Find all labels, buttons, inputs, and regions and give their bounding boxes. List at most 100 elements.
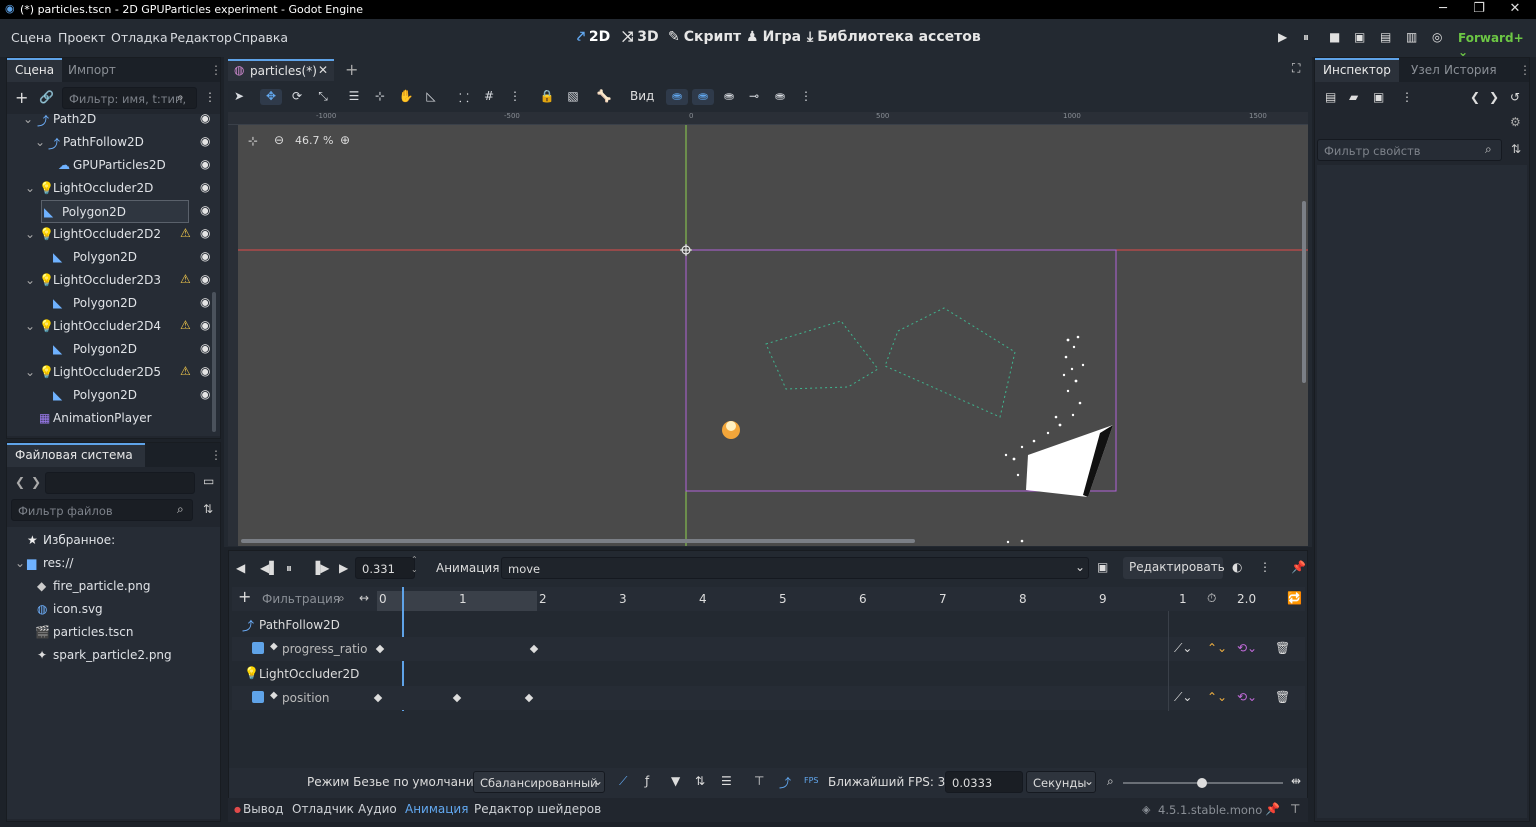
tab-filesystem[interactable]: Файловая система	[7, 443, 145, 467]
tab-import[interactable]: Импорт	[60, 58, 124, 82]
close-icon[interactable]: ✕	[1500, 1, 1530, 16]
animation-options-icon[interactable]: ⋮	[1259, 560, 1271, 574]
keyframe[interactable]	[452, 693, 462, 703]
load-resource-icon[interactable]: ▰	[1349, 90, 1358, 104]
update-mode-icon[interactable]: ⌃⌄	[1207, 641, 1227, 655]
key-options-icon[interactable]: ⋮	[795, 89, 817, 105]
zoom-out-icon[interactable]: ⊖	[274, 133, 284, 147]
movie-maker-icon[interactable]: ◎	[1432, 30, 1442, 44]
tab-history[interactable]: История	[1436, 58, 1505, 82]
instance-scene-icon[interactable]: 🔗	[39, 90, 54, 104]
add-node-icon[interactable]: +	[15, 88, 28, 107]
bone-icon[interactable]: 🦴	[593, 89, 615, 105]
insert-key-scale-icon[interactable]: ⛂	[718, 89, 740, 105]
play-backwards-icon[interactable]: ◀▌	[260, 561, 278, 575]
tab-output[interactable]: Вывод	[243, 802, 283, 816]
filter-icon[interactable]: ▼	[671, 774, 680, 788]
object-history-icon[interactable]: ↺	[1510, 90, 1520, 104]
tab-debugger[interactable]: Отладчик	[292, 802, 354, 816]
bezier-mode-select[interactable]: Сбалансированный	[473, 771, 605, 793]
pin-icon[interactable]: 📌	[1291, 560, 1306, 574]
tab-scene[interactable]: Сцена	[7, 58, 63, 82]
snap-input[interactable]: 0.0333	[945, 771, 1023, 793]
bezier-curve-icon[interactable]: ⟋	[619, 774, 627, 789]
collapse-arrow-icon[interactable]: ⌄	[25, 227, 35, 241]
time-input[interactable]: 0.331	[355, 557, 415, 579]
snap-timeline-icon[interactable]: ⤴	[779, 774, 791, 791]
tree-node-pathfollow2d[interactable]: ⌄ ⤴ PathFollow2D ◉	[17, 131, 217, 154]
forward-arrow-icon[interactable]: ❯	[31, 475, 41, 489]
scene-tab[interactable]: ◍ particles(*) ✕	[228, 59, 334, 81]
remote-debug-icon[interactable]: ▣	[1354, 30, 1365, 44]
tree-node-polygon2d[interactable]: ◣ Polygon2D ◉	[17, 338, 217, 361]
fps-icon[interactable]: FPS	[804, 776, 819, 785]
play-from-start-icon[interactable]: ▶	[339, 561, 348, 575]
visibility-eye-icon[interactable]: ◉	[200, 134, 210, 148]
tree-node-lightoccluder2d2[interactable]: ⌄ 💡 LightOccluder2D2 ⚠ ◉	[17, 223, 217, 246]
dock-menu-icon[interactable]: ⋮	[1519, 63, 1531, 77]
pivot-tool-icon[interactable]: ⊹	[369, 89, 391, 105]
onion-skin-icon[interactable]: ◐	[1232, 560, 1242, 574]
center-view-icon[interactable]: ⊹	[248, 134, 258, 148]
tab-shader-editor[interactable]: Редактор шейдеров	[474, 802, 601, 816]
path-input[interactable]	[45, 472, 195, 494]
tree-node-lightoccluder2d4[interactable]: ⌄ 💡 LightOccluder2D4 ⚠ ◉	[17, 315, 217, 338]
track-enable-checkbox[interactable]	[252, 691, 264, 703]
insert-key-rotation-icon[interactable]: ⛂	[692, 89, 714, 105]
play-custom-scene-icon[interactable]: ▥	[1406, 30, 1417, 44]
collapse-arrow-icon[interactable]: ⌄	[25, 365, 35, 379]
workspace-asset-library[interactable]: ⤓ Библиотека ассетов	[807, 29, 981, 45]
edit-button[interactable]: Редактировать	[1123, 557, 1225, 579]
history-back-icon[interactable]: ❮	[1470, 90, 1480, 104]
workspace-2d[interactable]: ⤤ 2D	[577, 29, 610, 45]
keyframe[interactable]	[373, 693, 383, 703]
visibility-eye-icon[interactable]: ◉	[200, 249, 210, 263]
collapse-arrow-icon[interactable]: ⌄	[25, 273, 35, 287]
rotate-tool-icon[interactable]: ⟳	[286, 89, 308, 105]
visibility-eye-icon[interactable]: ◉	[200, 203, 210, 217]
scale-tool-icon[interactable]: ⤡	[312, 89, 334, 105]
save-resource-icon[interactable]: ▣	[1373, 90, 1384, 104]
loop-wrap-icon[interactable]: ⟲⌄	[1237, 690, 1257, 704]
tree-node-polygon2d[interactable]: ◣ Polygon2D ◉	[17, 292, 217, 315]
pause-icon[interactable]: ⏸	[1303, 30, 1309, 45]
keyframe[interactable]	[529, 644, 539, 654]
loop-icon[interactable]: 🔁	[1287, 591, 1302, 605]
zoom-level[interactable]: 46.7 %	[295, 134, 333, 147]
tab-audio[interactable]: Аудио	[358, 802, 397, 816]
group-icon[interactable]: ▧	[562, 89, 584, 105]
zoom-slider-handle[interactable]	[1197, 778, 1207, 788]
vertical-scrollbar[interactable]	[1302, 201, 1306, 383]
collapse-arrow-icon[interactable]: ⌄	[25, 181, 35, 195]
warning-icon[interactable]: ⚠	[180, 226, 191, 240]
visibility-eye-icon[interactable]: ◉	[200, 180, 210, 194]
tree-node-animationplayer[interactable]: ▦ AnimationPlayer	[17, 407, 217, 430]
loop-wrap-icon[interactable]: ⟲⌄	[1237, 641, 1257, 655]
auto-key-icon[interactable]: ⊸	[743, 89, 765, 105]
track-list-icon[interactable]: ☰	[721, 774, 732, 788]
collapse-arrow-icon[interactable]: ⌄	[25, 319, 35, 333]
keyframe[interactable]	[375, 644, 385, 654]
tree-node-lightoccluder2d5[interactable]: ⌄ 💡 LightOccluder2D5 ⚠ ◉	[17, 361, 217, 384]
select-tool-icon[interactable]: ➤	[228, 89, 250, 105]
tree-node-gpuparticles2d[interactable]: ☁ GPUParticles2D ◉	[17, 154, 217, 177]
interpolation-icon[interactable]: ⟋⌄	[1174, 641, 1192, 656]
snap-keys-icon[interactable]: ⊤	[754, 774, 764, 788]
selectable-list-icon[interactable]: ☰	[343, 89, 365, 105]
insert-key-position-icon[interactable]: ⛂	[666, 89, 688, 105]
insert-key-icon[interactable]: ⛂	[769, 89, 791, 105]
property-options-icon[interactable]: ⇅	[1511, 142, 1521, 156]
close-tab-icon[interactable]: ✕	[318, 63, 328, 77]
view-menu[interactable]: Вид	[630, 89, 654, 103]
horizontal-scrollbar[interactable]	[241, 539, 915, 543]
visibility-eye-icon[interactable]: ◉	[200, 387, 210, 401]
tool-settings-icon[interactable]: ⚙	[1510, 115, 1521, 129]
workspace-game[interactable]: ♟ Игра	[746, 29, 801, 45]
track-filter-input[interactable]: Фильтрация	[262, 592, 340, 606]
expand-panel-icon[interactable]: ⊤	[1290, 802, 1300, 816]
file-filter-input[interactable]: Фильтр файлов	[11, 499, 193, 521]
split-view-icon[interactable]: ▭	[203, 474, 214, 488]
fit-timeline-icon[interactable]: ⇹	[1291, 774, 1301, 788]
new-resource-icon[interactable]: ▤	[1325, 90, 1336, 104]
play-forward-icon[interactable]: ▐▶	[311, 561, 329, 575]
